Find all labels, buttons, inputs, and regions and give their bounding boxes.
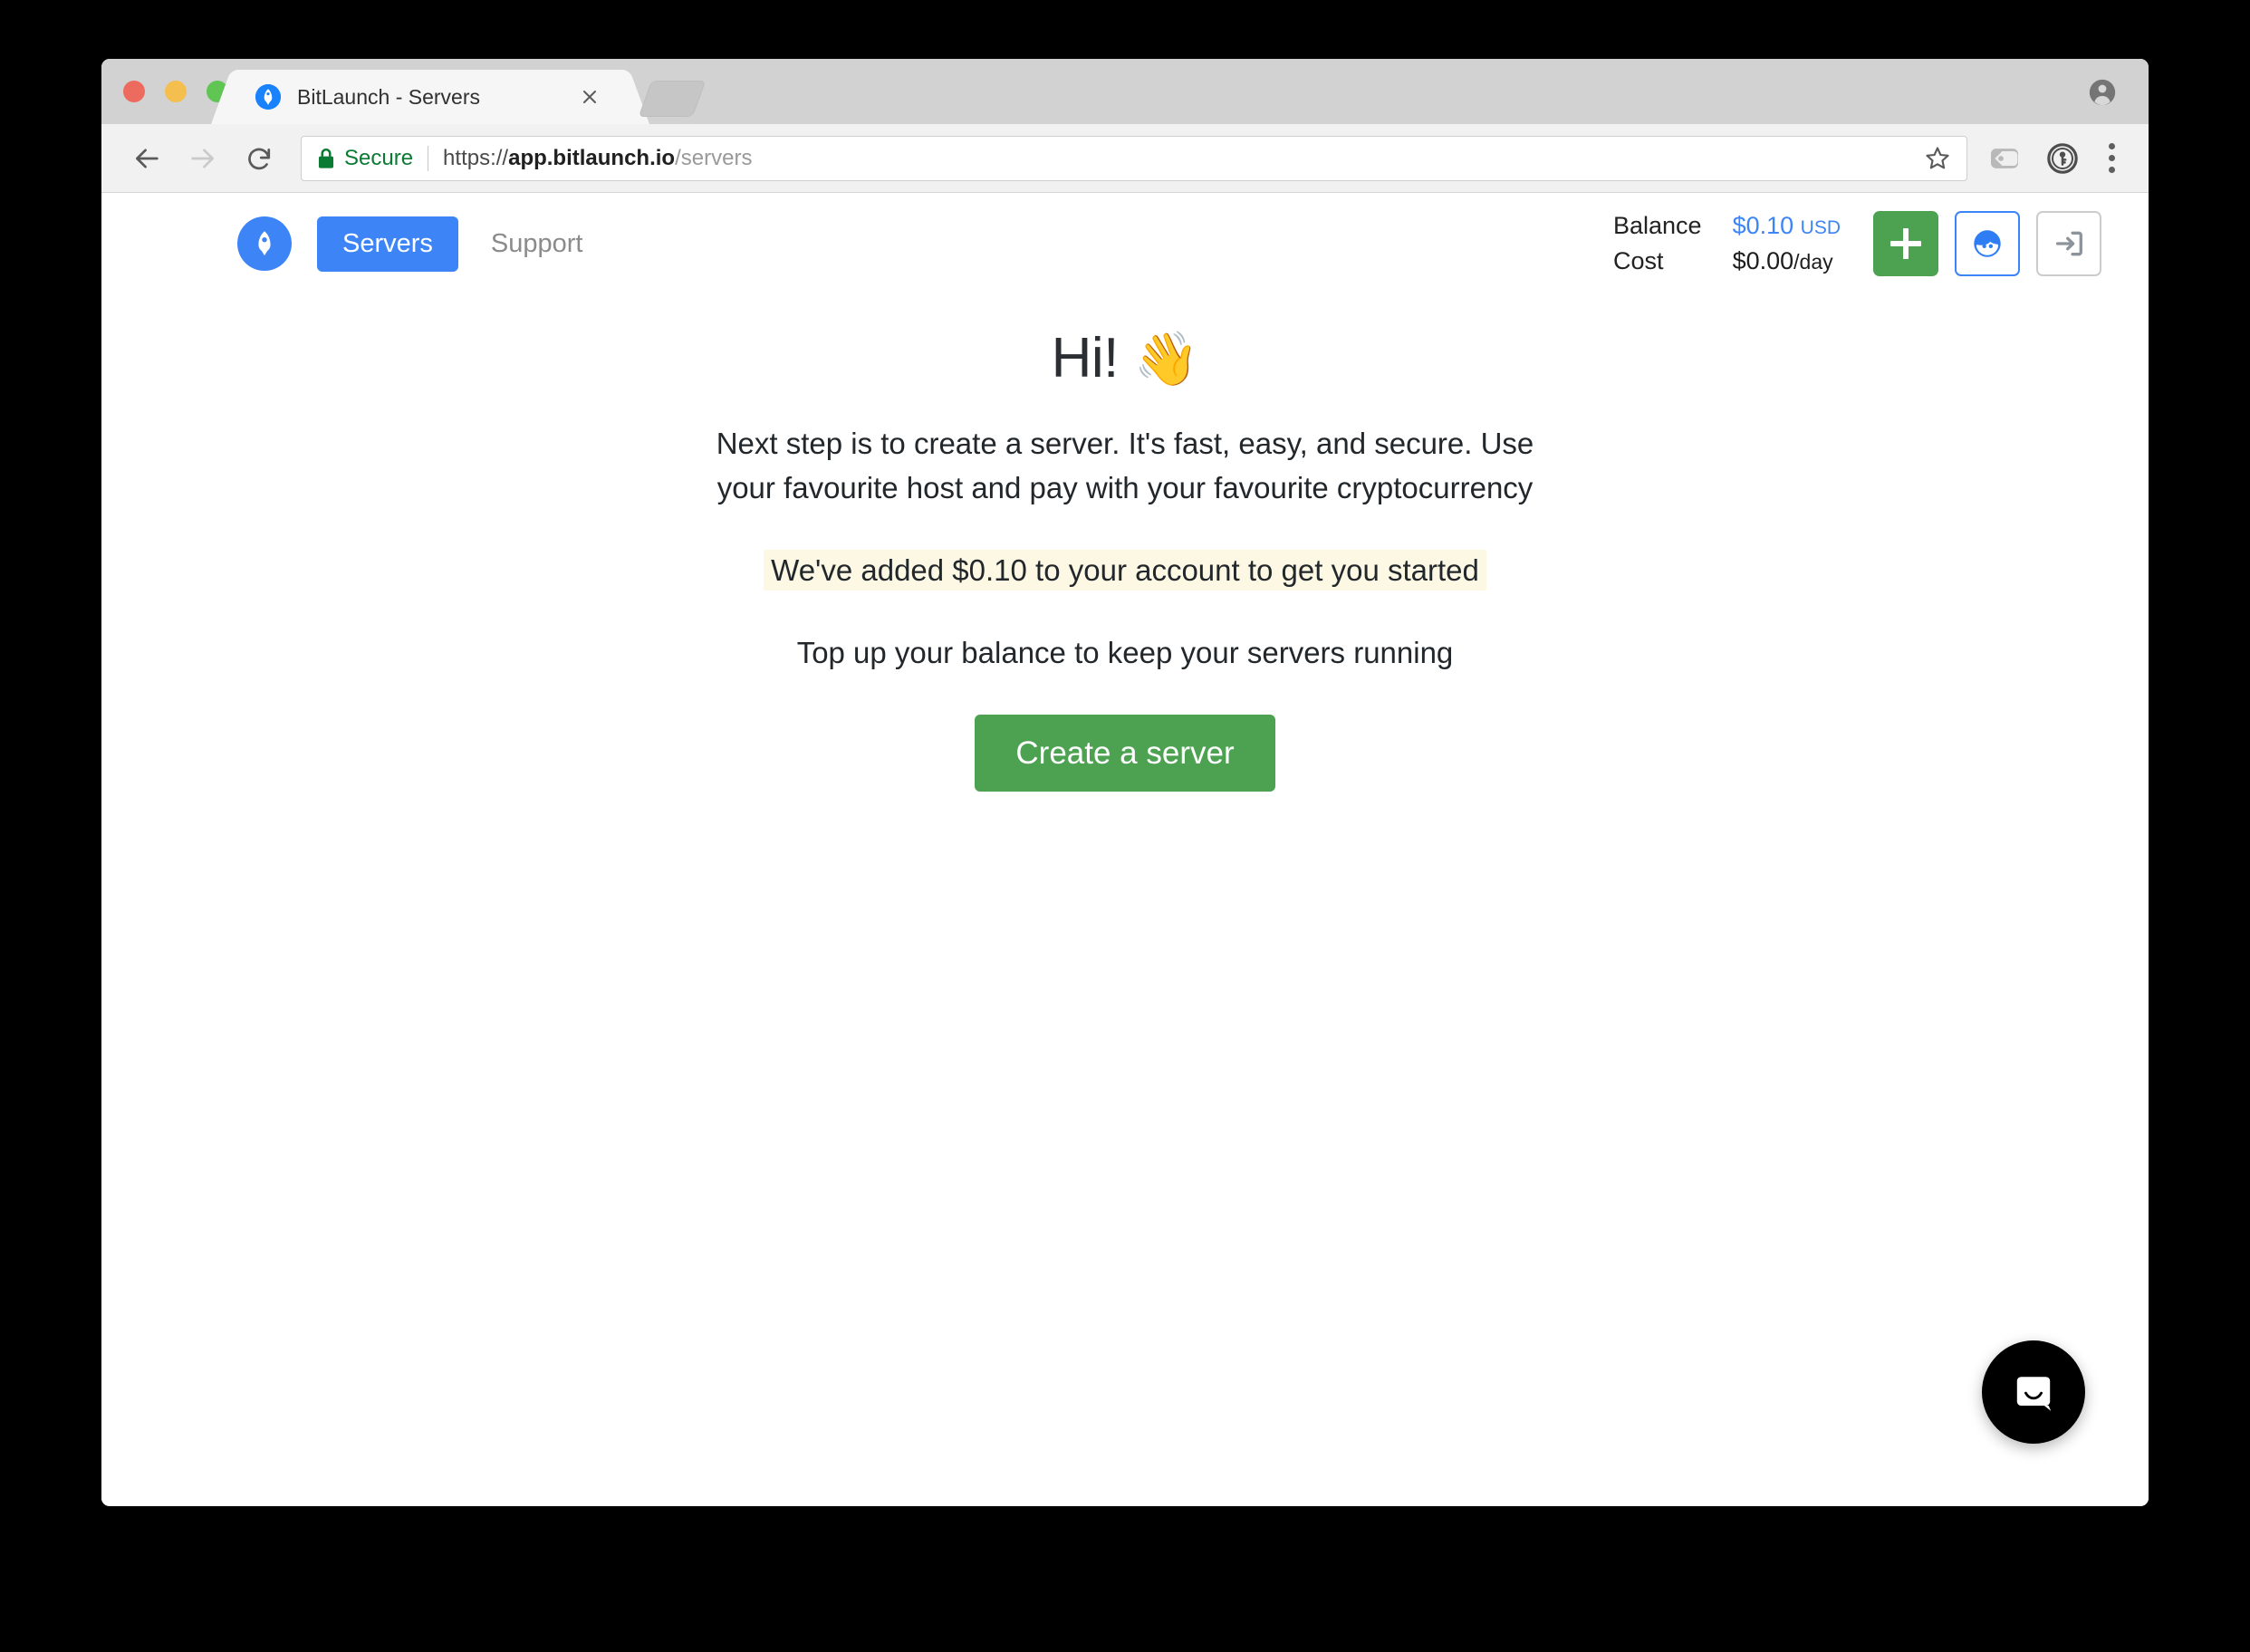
tag-extension-icon[interactable]: [1984, 138, 2025, 179]
header-actions: Balance $0.10 USD Cost $0.00/day: [1613, 211, 2101, 276]
browser-profile-avatar-icon[interactable]: [2087, 77, 2118, 108]
window-controls: [123, 81, 228, 102]
menu-dot: [2108, 143, 2115, 149]
url-host: app.bitlaunch.io: [508, 145, 676, 170]
chat-launcher-button[interactable]: [1982, 1340, 2085, 1444]
balance-value: $0.10 USD: [1733, 212, 1841, 240]
add-funds-button[interactable]: [1873, 211, 1938, 276]
screen: BitLaunch - Servers Secure https://app.b…: [0, 0, 2250, 1652]
security-status-label: Secure: [344, 145, 414, 170]
create-server-button[interactable]: Create a server: [975, 715, 1275, 792]
app-header: Servers Support Balance $0.10 USD Cost $…: [101, 193, 2149, 294]
account-button[interactable]: [1955, 211, 2020, 276]
browser-tab[interactable]: BitLaunch - Servers: [234, 70, 627, 124]
credit-highlight: We've added $0.10 to your account to get…: [764, 549, 1486, 591]
browser-menu-button[interactable]: [2096, 138, 2127, 179]
user-face-icon: [1974, 230, 2001, 257]
main-content: Hi! 👋 Next step is to create a server. I…: [101, 294, 2149, 792]
menu-dot: [2108, 167, 2115, 173]
cost-value: $0.00/day: [1733, 247, 1841, 275]
logout-button[interactable]: [2036, 211, 2101, 276]
menu-dot: [2108, 155, 2115, 161]
url-path: /servers: [675, 145, 753, 170]
page-title: Hi! 👋: [101, 323, 2149, 394]
address-bar[interactable]: Secure https://app.bitlaunch.io/servers: [301, 135, 1967, 181]
close-window-button[interactable]: [123, 81, 145, 102]
logout-icon: [2055, 231, 2082, 256]
forward-button[interactable]: [181, 137, 225, 180]
tab-title: BitLaunch - Servers: [297, 84, 480, 109]
cost-amount: $0.00: [1732, 247, 1794, 274]
cost-label: Cost: [1612, 247, 1664, 274]
lock-icon: [316, 147, 336, 170]
cost-period: /day: [1793, 250, 1833, 274]
url-scheme: https://: [443, 145, 509, 170]
balance-currency: USD: [1800, 217, 1841, 238]
intro-paragraph: Next step is to create a server. It's fa…: [716, 426, 1534, 505]
greeting-text: Hi!: [1051, 327, 1120, 389]
url-text: https://app.bitlaunch.io/servers: [443, 146, 752, 171]
tab-strip: BitLaunch - Servers: [101, 59, 2149, 124]
sidebar-item-support[interactable]: Support: [491, 230, 583, 257]
browser-window: BitLaunch - Servers Secure https://app.b…: [101, 59, 2149, 1506]
chat-bubble-smile-icon: [2016, 1377, 2052, 1411]
reload-button[interactable]: [237, 137, 281, 180]
password-manager-icon[interactable]: [2042, 138, 2083, 179]
balance-label: Balance: [1612, 212, 1702, 239]
credit-message: We've added $0.10 to your account to get…: [101, 549, 2149, 592]
topup-message: Top up your balance to keep your servers…: [796, 636, 1454, 670]
balance-amount: $0.10: [1732, 212, 1794, 239]
minimize-window-button[interactable]: [165, 81, 187, 102]
close-tab-button[interactable]: [578, 85, 601, 109]
cta-container: Create a server: [101, 715, 2149, 792]
page-viewport: Servers Support Balance $0.10 USD Cost $…: [101, 193, 2149, 1505]
bitlaunch-rocket-logo[interactable]: [237, 216, 292, 271]
waving-hand-icon: 👋: [1133, 330, 1199, 389]
sidebar-item-servers[interactable]: Servers: [317, 216, 458, 272]
browser-toolbar: Secure https://app.bitlaunch.io/servers: [101, 124, 2149, 193]
plus-icon: [1890, 228, 1921, 259]
bookmark-star-icon[interactable]: [1910, 144, 1952, 173]
new-tab-button[interactable]: [638, 81, 707, 117]
bitlaunch-rocket-favicon: [255, 84, 281, 110]
back-button[interactable]: [125, 137, 168, 180]
account-summary: Balance $0.10 USD Cost $0.00/day: [1613, 212, 1841, 275]
